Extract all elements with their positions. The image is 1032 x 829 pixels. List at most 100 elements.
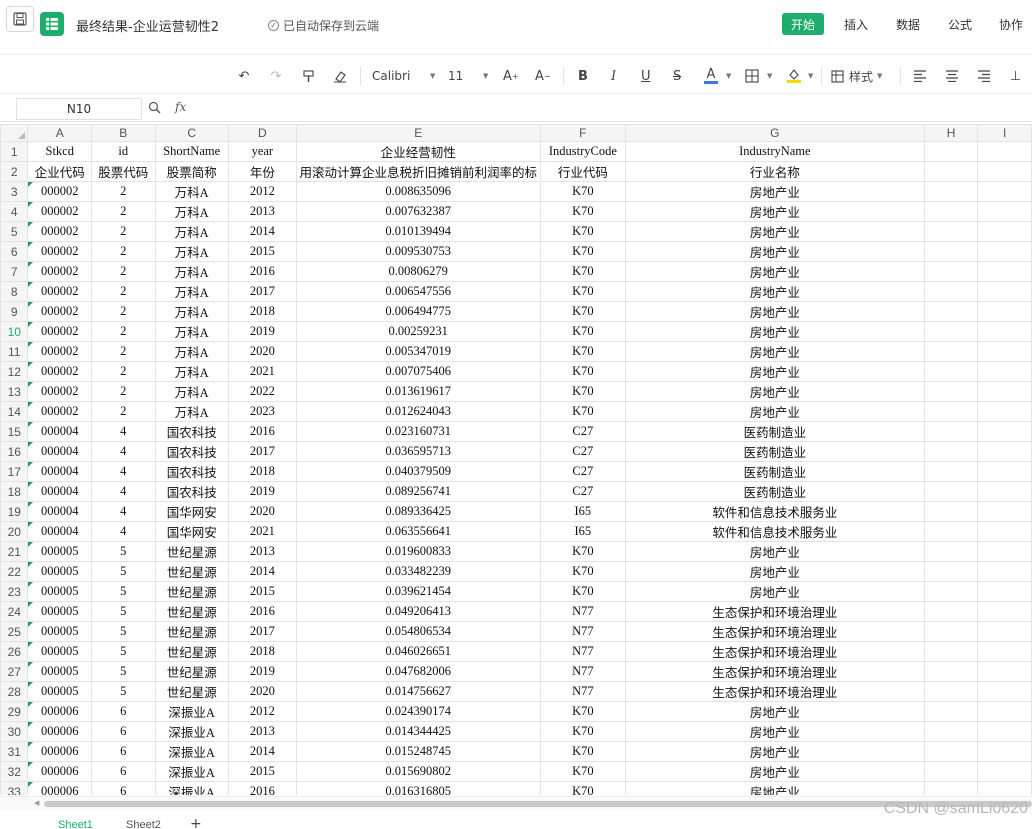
cell-d32[interactable]: 2015: [227, 761, 297, 782]
cell-h20[interactable]: [923, 521, 979, 542]
cell-f32[interactable]: K70: [539, 761, 627, 782]
cell-f23[interactable]: K70: [539, 581, 627, 602]
column-header-d[interactable]: D: [227, 124, 297, 142]
cell-g14[interactable]: 房地产业: [625, 401, 925, 422]
cell-c22[interactable]: 世纪星源: [154, 561, 229, 582]
cell-b18[interactable]: 4: [91, 481, 156, 502]
cell-c25[interactable]: 世纪星源: [154, 621, 229, 642]
cell-h24[interactable]: [923, 601, 979, 622]
cell-f13[interactable]: K70: [539, 381, 627, 402]
cell-a23[interactable]: 000005: [27, 581, 92, 602]
column-header-c[interactable]: C: [154, 124, 229, 142]
cell-a10[interactable]: 000002: [27, 321, 92, 342]
cell-e19[interactable]: 0.089336425: [295, 501, 541, 522]
cell-e1[interactable]: 企业经营韧性: [295, 141, 541, 162]
row-number[interactable]: 2: [0, 161, 29, 182]
cell-e18[interactable]: 0.089256741: [295, 481, 541, 502]
cell-g6[interactable]: 房地产业: [625, 241, 925, 262]
cell-a11[interactable]: 000002: [27, 341, 92, 362]
cell-f17[interactable]: C27: [539, 461, 627, 482]
cell-f18[interactable]: C27: [539, 481, 627, 502]
cell-h25[interactable]: [923, 621, 979, 642]
cell-d9[interactable]: 2018: [227, 301, 297, 322]
cell-f27[interactable]: N77: [539, 661, 627, 682]
cell-h1[interactable]: [923, 141, 979, 162]
cell-e6[interactable]: 0.009530753: [295, 241, 541, 262]
cell-g21[interactable]: 房地产业: [625, 541, 925, 562]
cell-a6[interactable]: 000002: [27, 241, 92, 262]
cell-b12[interactable]: 2: [91, 361, 156, 382]
cell-a9[interactable]: 000002: [27, 301, 92, 322]
cell-e29[interactable]: 0.024390174: [295, 701, 541, 722]
cell-g3[interactable]: 房地产业: [625, 181, 925, 202]
cell-f7[interactable]: K70: [539, 261, 627, 282]
cell-g20[interactable]: 软件和信息技术服务业: [625, 521, 925, 542]
cell-d27[interactable]: 2019: [227, 661, 297, 682]
cell-b32[interactable]: 6: [91, 761, 156, 782]
cell-g19[interactable]: 软件和信息技术服务业: [625, 501, 925, 522]
cell-a19[interactable]: 000004: [27, 501, 92, 522]
row-number[interactable]: 14: [0, 401, 29, 422]
cell-a20[interactable]: 000004: [27, 521, 92, 542]
row-number[interactable]: 33: [0, 781, 29, 795]
cell-h29[interactable]: [923, 701, 979, 722]
cell-a3[interactable]: 000002: [27, 181, 92, 202]
row-number[interactable]: 3: [0, 181, 29, 202]
cell-i17[interactable]: [977, 461, 1032, 482]
cell-i10[interactable]: [977, 321, 1032, 342]
cell-d18[interactable]: 2019: [227, 481, 297, 502]
cell-b29[interactable]: 6: [91, 701, 156, 722]
cell-d6[interactable]: 2015: [227, 241, 297, 262]
cell-d3[interactable]: 2012: [227, 181, 297, 202]
row-number[interactable]: 13: [0, 381, 29, 402]
border-icon[interactable]: [745, 67, 759, 85]
cell-b25[interactable]: 5: [91, 621, 156, 642]
cell-f5[interactable]: K70: [539, 221, 627, 242]
cell-b31[interactable]: 6: [91, 741, 156, 762]
cell-b1[interactable]: id: [91, 141, 156, 162]
cell-a30[interactable]: 000006: [27, 721, 92, 742]
cell-c21[interactable]: 世纪星源: [154, 541, 229, 562]
cell-g18[interactable]: 医药制造业: [625, 481, 925, 502]
cell-c8[interactable]: 万科A: [154, 281, 229, 302]
menu-insert[interactable]: 插入: [844, 13, 868, 35]
cell-d5[interactable]: 2014: [227, 221, 297, 242]
row-number[interactable]: 4: [0, 201, 29, 222]
cell-a28[interactable]: 000005: [27, 681, 92, 702]
cell-i32[interactable]: [977, 761, 1032, 782]
row-number[interactable]: 26: [0, 641, 29, 662]
cell-b28[interactable]: 5: [91, 681, 156, 702]
row-number[interactable]: 29: [0, 701, 29, 722]
row-number[interactable]: 21: [0, 541, 29, 562]
cell-c33[interactable]: 深振业A: [154, 781, 229, 795]
cell-h12[interactable]: [923, 361, 979, 382]
cell-i1[interactable]: [977, 141, 1032, 162]
cell-b24[interactable]: 5: [91, 601, 156, 622]
cell-e17[interactable]: 0.040379509: [295, 461, 541, 482]
cell-c16[interactable]: 国农科技: [154, 441, 229, 462]
cell-b11[interactable]: 2: [91, 341, 156, 362]
zoom-search-icon[interactable]: [148, 101, 161, 117]
cell-f10[interactable]: K70: [539, 321, 627, 342]
cell-f15[interactable]: C27: [539, 421, 627, 442]
cell-b23[interactable]: 5: [91, 581, 156, 602]
sheet-tab-1[interactable]: Sheet1: [58, 819, 93, 829]
cell-i30[interactable]: [977, 721, 1032, 742]
cell-c13[interactable]: 万科A: [154, 381, 229, 402]
row-number[interactable]: 10: [0, 321, 29, 342]
column-header-h[interactable]: H: [923, 124, 979, 142]
cell-a31[interactable]: 000006: [27, 741, 92, 762]
cell-d25[interactable]: 2017: [227, 621, 297, 642]
cell-a27[interactable]: 000005: [27, 661, 92, 682]
cell-i21[interactable]: [977, 541, 1032, 562]
row-number[interactable]: 20: [0, 521, 29, 542]
cell-a21[interactable]: 000005: [27, 541, 92, 562]
cell-g17[interactable]: 医药制造业: [625, 461, 925, 482]
redo-icon[interactable]: ↷: [268, 67, 284, 85]
cell-a29[interactable]: 000006: [27, 701, 92, 722]
cell-g2[interactable]: 行业名称: [625, 161, 925, 182]
cell-h5[interactable]: [923, 221, 979, 242]
fill-color-icon[interactable]: [787, 67, 801, 85]
cell-a15[interactable]: 000004: [27, 421, 92, 442]
cell-h22[interactable]: [923, 561, 979, 582]
